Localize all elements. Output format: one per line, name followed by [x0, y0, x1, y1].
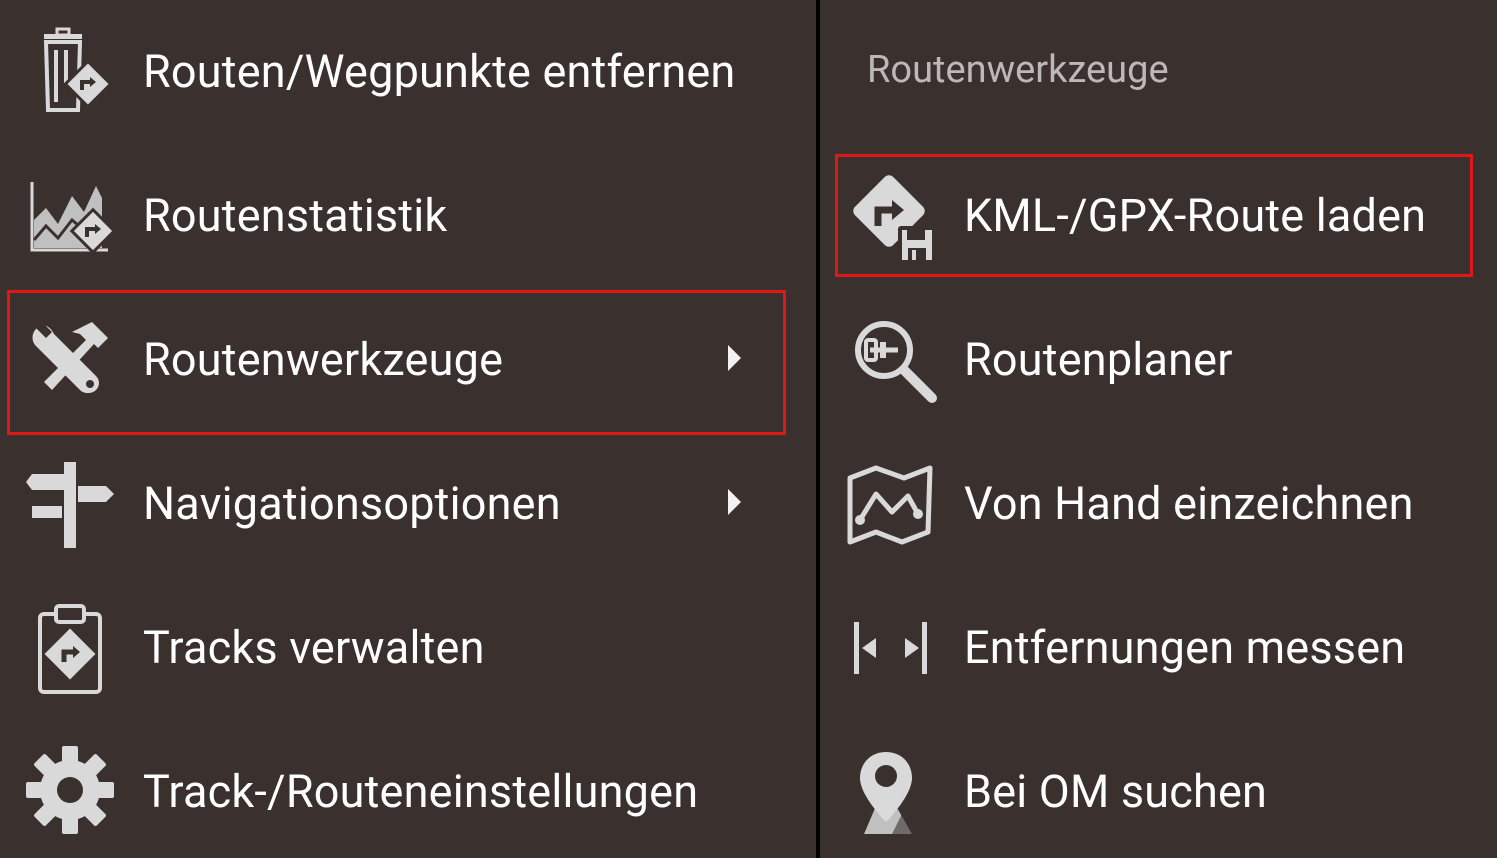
- menu-item-draw-by-hand[interactable]: Von Hand einzeichnen: [820, 432, 1497, 576]
- tools-icon: [22, 312, 118, 408]
- map-draw-icon: [842, 456, 938, 552]
- gear-icon: [22, 742, 118, 838]
- menu-item-remove-routes[interactable]: Routen/Wegpunkte entfernen: [0, 0, 816, 144]
- menu-label-navigation-options: Navigationsoptionen: [143, 477, 561, 530]
- menu-label-route-planner: Routenplaner: [964, 333, 1233, 386]
- measure-distance-icon: [842, 600, 938, 696]
- menu-label-search-om: Bei OM suchen: [964, 765, 1268, 818]
- menu-label-manage-tracks: Tracks verwalten: [143, 621, 485, 674]
- route-planner-search-icon: [842, 312, 938, 408]
- menu-label-track-route-settings: Track-/Routeneinstellungen: [143, 765, 699, 818]
- submenu-arrow-icon: [728, 489, 741, 515]
- route-load-icon: [842, 168, 938, 264]
- om-search-pin-icon: [842, 744, 938, 840]
- menu-item-load-kml-gpx[interactable]: KML-/GPX-Route laden: [820, 144, 1497, 288]
- submenu-header: Routenwerkzeuge: [867, 48, 1169, 92]
- route-menu-screen: Routen/Wegpunkte entfernen Routenstatist…: [0, 0, 1497, 858]
- submenu-arrow-icon: [728, 345, 741, 371]
- menu-item-search-om[interactable]: Bei OM suchen: [820, 720, 1497, 858]
- menu-item-route-tools[interactable]: Routenwerkzeuge: [0, 288, 816, 432]
- menu-label-route-statistics: Routenstatistik: [143, 189, 448, 242]
- menu-label-route-tools: Routenwerkzeuge: [143, 333, 504, 386]
- signpost-icon: [22, 456, 118, 552]
- menu-item-track-route-settings[interactable]: Track-/Routeneinstellungen: [0, 720, 816, 858]
- menu-item-navigation-options[interactable]: Navigationsoptionen: [0, 432, 816, 576]
- route-statistics-icon: [22, 168, 118, 264]
- menu-item-manage-tracks[interactable]: Tracks verwalten: [0, 576, 816, 720]
- clipboard-route-icon: [22, 600, 118, 696]
- menu-item-route-statistics[interactable]: Routenstatistik: [0, 144, 816, 288]
- menu-label-draw-by-hand: Von Hand einzeichnen: [964, 477, 1414, 530]
- trash-route-icon: [22, 24, 118, 120]
- menu-label-measure-distances: Entfernungen messen: [964, 621, 1406, 674]
- menu-item-route-planner[interactable]: Routenplaner: [820, 288, 1497, 432]
- main-menu-panel: Routen/Wegpunkte entfernen Routenstatist…: [0, 0, 816, 858]
- menu-item-measure-distances[interactable]: Entfernungen messen: [820, 576, 1497, 720]
- submenu-panel: Routenwerkzeuge KML-/GPX-Route laden Rou…: [820, 0, 1497, 858]
- menu-label-remove-routes: Routen/Wegpunkte entfernen: [143, 45, 736, 98]
- menu-label-load-kml-gpx: KML-/GPX-Route laden: [964, 189, 1427, 242]
